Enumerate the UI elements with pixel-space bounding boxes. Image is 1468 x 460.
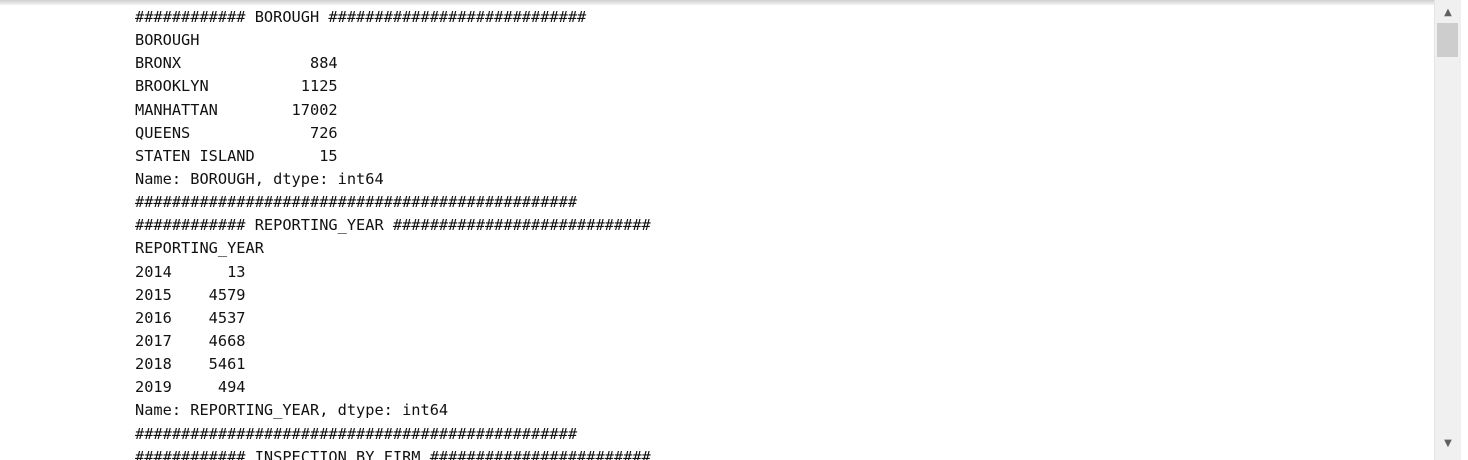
output-line: 2018 5461 (135, 355, 246, 374)
output-viewer: ############ BOROUGH ###################… (0, 0, 1468, 460)
output-line: ############ REPORTING_YEAR ############… (135, 216, 651, 235)
right-border (1461, 0, 1468, 460)
scrollbar-thumb[interactable] (1437, 23, 1458, 57)
output-line: QUEENS 726 (135, 123, 338, 142)
output-line: ############ BOROUGH ###################… (135, 8, 587, 26)
output-line: 2015 4579 (135, 285, 246, 304)
output-line: BOROUGH (135, 31, 200, 50)
vertical-scrollbar[interactable]: ▲ ▼ (1434, 0, 1461, 460)
output-line: 2017 4668 (135, 331, 246, 350)
output-line: 2014 13 (135, 262, 246, 281)
output-line: Name: BOROUGH, dtype: int64 (135, 169, 384, 188)
output-line: Name: REPORTING_YEAR, dtype: int64 (135, 401, 449, 420)
scroll-down-arrow-icon[interactable]: ▼ (1435, 434, 1461, 452)
output-line: BRONX 884 (135, 54, 338, 73)
scroll-up-arrow-icon[interactable]: ▲ (1435, 3, 1461, 21)
output-line: STATEN ISLAND 15 (135, 146, 338, 165)
output-line: 2016 4537 (135, 308, 246, 327)
console-output: ############ BOROUGH ###################… (135, 6, 651, 460)
top-border (0, 0, 1468, 5)
output-line: 2019 494 (135, 378, 246, 397)
output-line: ########################################… (135, 424, 578, 443)
output-line: ############ INSPECTION_BY_FIRM ########… (135, 447, 651, 460)
output-line: REPORTING_YEAR (135, 239, 264, 258)
output-line: MANHATTAN 17002 (135, 100, 338, 119)
output-line: BROOKLYN 1125 (135, 77, 338, 96)
output-line: ########################################… (135, 193, 578, 212)
